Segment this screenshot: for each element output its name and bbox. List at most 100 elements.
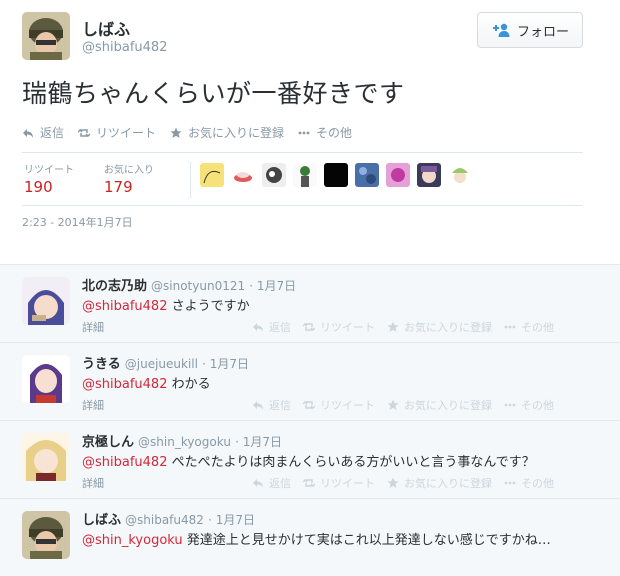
- retweet-stat[interactable]: リツイート 190: [24, 161, 74, 196]
- reply-time[interactable]: · 1月7日: [202, 357, 249, 371]
- follow-button[interactable]: フォロー: [477, 12, 583, 48]
- reply-handle[interactable]: @shibafu482: [125, 513, 204, 527]
- mention-link[interactable]: @shibafu482: [82, 377, 167, 392]
- favorite-label: お気に入りに登録: [404, 399, 492, 412]
- reply-button[interactable]: 返信: [22, 124, 64, 141]
- retweet-button[interactable]: リツイート: [303, 475, 375, 491]
- retweet-label: リツイート: [320, 399, 375, 412]
- reply-avatar[interactable]: [22, 355, 70, 403]
- reply-button[interactable]: 返信: [252, 475, 291, 491]
- favorite-button[interactable]: お気に入りに登録: [387, 319, 492, 335]
- reply-avatar[interactable]: [22, 277, 70, 325]
- reply-handle[interactable]: @shin_kyogoku: [138, 435, 231, 449]
- reply-actions: 返信 リツイート お気に入りに登録 その他: [252, 319, 554, 335]
- favoriter-avatar[interactable]: [417, 163, 441, 187]
- reply-label: 返信: [269, 321, 291, 334]
- star-icon: [170, 127, 182, 138]
- reply-button[interactable]: 返信: [252, 319, 291, 335]
- stats-divider: [190, 162, 191, 198]
- reply-time[interactable]: · 1月7日: [249, 279, 296, 293]
- avatar-icon: [355, 163, 379, 187]
- retweet-label: リツイート: [320, 321, 375, 334]
- favorite-button[interactable]: お気に入りに登録: [387, 475, 492, 491]
- reply-time[interactable]: · 1月7日: [235, 435, 282, 449]
- reply-label: 返信: [269, 399, 291, 412]
- reply-label: 返信: [40, 126, 65, 140]
- favoriter-avatar[interactable]: [448, 163, 472, 187]
- reply-header: うきる @juejueukill · 1月7日: [82, 353, 249, 372]
- reply-name[interactable]: 京極しん: [82, 435, 134, 450]
- reply-actions: 返信 リツイート お気に入りに登録 その他: [252, 475, 554, 491]
- more-label: その他: [521, 321, 554, 334]
- more-button[interactable]: その他: [504, 475, 554, 491]
- more-button[interactable]: その他: [504, 319, 554, 335]
- detail-link[interactable]: 詳細: [82, 319, 104, 335]
- anime-avatar-icon: [22, 277, 70, 325]
- reply-handle[interactable]: @juejueukill: [125, 357, 198, 371]
- favorite-label: お気に入りに登録: [404, 477, 492, 490]
- reply-header: 北の志乃助 @sinotyun0121 · 1月7日: [82, 275, 296, 294]
- avatar-icon: [386, 163, 410, 187]
- star-icon: [387, 321, 399, 332]
- favoriter-avatar[interactable]: [231, 163, 255, 187]
- soldier-avatar-icon: [22, 511, 70, 559]
- mention-link[interactable]: @shibafu482: [82, 299, 167, 314]
- reply-name[interactable]: しばふ: [82, 513, 121, 528]
- add-user-icon: [492, 23, 510, 37]
- favorite-stat[interactable]: お気に入り 179: [104, 161, 154, 196]
- favoriter-avatar[interactable]: [324, 163, 348, 187]
- mention-link[interactable]: @shin_kyogoku: [82, 533, 183, 548]
- favorite-button[interactable]: お気に入りに登録: [387, 397, 492, 413]
- reply-name[interactable]: うきる: [82, 357, 121, 372]
- reply-avatar[interactable]: [22, 511, 70, 559]
- author-name[interactable]: しばふ: [82, 16, 130, 40]
- favoriter-avatar[interactable]: [386, 163, 410, 187]
- reply-name[interactable]: 北の志乃助: [82, 279, 147, 294]
- reply-header: しばふ @shibafu482 · 1月7日: [82, 509, 255, 528]
- reply-icon: [253, 401, 263, 410]
- reply-text: @shibafu482 さようですか: [82, 295, 250, 314]
- more-icon: [298, 131, 310, 134]
- main-tweet: しばふ @shibafu482 フォロー 瑞鶴ちゃんくらいが一番好きです 返信 …: [0, 0, 620, 264]
- retweet-button[interactable]: リツイート: [78, 124, 156, 141]
- favorite-label: お気に入りに登録: [188, 126, 285, 140]
- retweet-icon: [303, 322, 315, 332]
- more-button[interactable]: その他: [298, 124, 352, 141]
- favorite-button[interactable]: お気に入りに登録: [170, 124, 284, 141]
- reply-icon: [23, 128, 33, 138]
- favoriter-avatar[interactable]: [293, 163, 317, 187]
- retweet-label: リツイート: [96, 126, 157, 140]
- more-button[interactable]: その他: [504, 397, 554, 413]
- reply-body: 発達途上と見せかけて実はこれ以上発達しない感じですかね…: [182, 533, 551, 548]
- reply-item: 京極しん @shin_kyogoku · 1月7日 @shibafu482 ぺたぺ…: [0, 421, 620, 499]
- avatar-icon: [231, 163, 255, 187]
- reply-avatar[interactable]: [22, 433, 70, 481]
- retweet-icon: [78, 128, 91, 137]
- reply-actions: 返信 リツイート お気に入りに登録 その他: [252, 397, 554, 413]
- anime-avatar-icon: [22, 433, 70, 481]
- reply-item: うきる @juejueukill · 1月7日 @shibafu482 わかる 詳…: [0, 343, 620, 421]
- reply-item: 北の志乃助 @sinotyun0121 · 1月7日 @shibafu482 さよ…: [0, 265, 620, 343]
- author-avatar[interactable]: [22, 12, 70, 60]
- reply-button[interactable]: 返信: [252, 397, 291, 413]
- star-icon: [387, 477, 399, 488]
- author-handle[interactable]: @shibafu482: [82, 40, 167, 55]
- retweet-button[interactable]: リツイート: [303, 397, 375, 413]
- retweet-count: 190: [24, 178, 53, 196]
- reply-handle[interactable]: @sinotyun0121: [151, 279, 245, 293]
- more-icon: [504, 325, 516, 329]
- more-icon: [504, 403, 516, 407]
- favorite-stat-label: お気に入り: [104, 165, 154, 176]
- replies-list: 北の志乃助 @sinotyun0121 · 1月7日 @shibafu482 さよ…: [0, 264, 620, 576]
- detail-link[interactable]: 詳細: [82, 475, 104, 491]
- favoriter-avatar[interactable]: [200, 163, 224, 187]
- favoriter-avatar[interactable]: [355, 163, 379, 187]
- detail-link[interactable]: 詳細: [82, 397, 104, 413]
- reply-time[interactable]: · 1月7日: [208, 513, 255, 527]
- mention-link[interactable]: @shibafu482: [82, 455, 167, 470]
- retweet-button[interactable]: リツイート: [303, 319, 375, 335]
- favoriter-avatar[interactable]: [262, 163, 286, 187]
- tweet-timestamp[interactable]: 2:23 - 2014年1月7日: [22, 214, 133, 230]
- reply-body: ぺたぺたよりは肉まんくらいある方がいいと言う事なんです？: [167, 455, 535, 470]
- favorite-label: お気に入りに登録: [404, 321, 492, 334]
